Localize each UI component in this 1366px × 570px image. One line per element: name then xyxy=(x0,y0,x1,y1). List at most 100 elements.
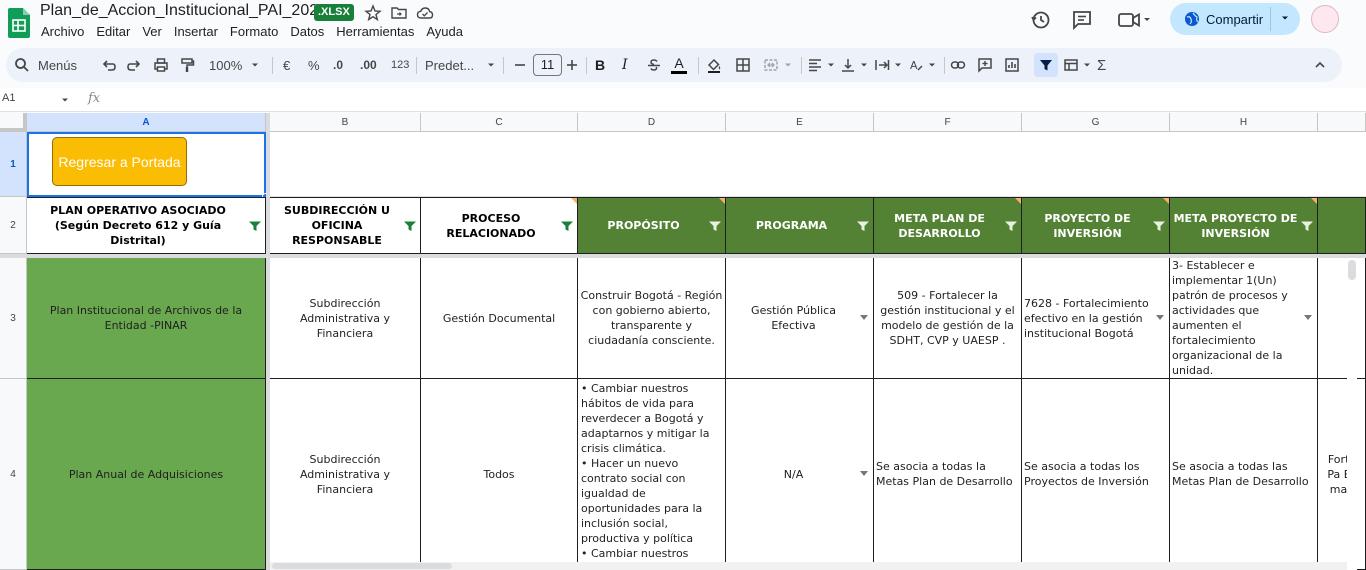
cell-a3[interactable]: Plan Institucional de Archivos de la Ent… xyxy=(27,258,266,379)
row-header-3[interactable]: 3 xyxy=(0,258,27,379)
cell-h4[interactable]: Se asocia a todas las Metas Plan de Desa… xyxy=(1170,379,1318,570)
horizontal-align-button[interactable] xyxy=(807,48,836,82)
column-filter-icon[interactable] xyxy=(1153,221,1165,231)
header-proyecto[interactable]: PROYECTO DE INVERSIÓN xyxy=(1022,197,1170,254)
frozen-column-divider[interactable] xyxy=(266,113,270,570)
column-header-f[interactable]: F xyxy=(874,113,1022,132)
vertical-scrollbar-thumb[interactable] xyxy=(1348,260,1356,280)
star-icon[interactable] xyxy=(364,4,382,22)
header-column-i[interactable] xyxy=(1318,197,1366,254)
number-format-button[interactable]: 123 xyxy=(391,48,409,82)
functions-button[interactable]: Σ xyxy=(1097,48,1106,82)
document-title[interactable]: Plan_de_Accion_Institucional_PAI_2023 xyxy=(40,2,327,20)
redo-button[interactable] xyxy=(126,48,142,82)
paint-format-button[interactable] xyxy=(179,48,195,82)
filter-views-button[interactable] xyxy=(1063,48,1092,82)
print-button[interactable] xyxy=(153,48,169,82)
menu-search[interactable]: Menús xyxy=(14,48,77,82)
comments-icon[interactable] xyxy=(1070,8,1094,32)
cell-i3[interactable] xyxy=(1318,258,1366,379)
italic-button[interactable]: I xyxy=(622,48,628,82)
column-header-c[interactable]: C xyxy=(421,113,578,132)
font-select[interactable]: Predet... xyxy=(425,48,496,82)
filter-button[interactable] xyxy=(1038,48,1054,82)
currency-button[interactable]: € xyxy=(283,48,290,82)
header-meta-proyecto[interactable]: META PROYECTO DE INVERSIÓN xyxy=(1170,197,1318,254)
row1-empty[interactable] xyxy=(270,132,1366,197)
cell-e3[interactable]: Gestión Pública Efectiva xyxy=(726,258,874,379)
percent-button[interactable]: % xyxy=(308,48,320,82)
header-programa[interactable]: PROGRAMA xyxy=(726,197,874,254)
column-header-d[interactable]: D xyxy=(578,113,726,132)
menu-archivo[interactable]: Archivo xyxy=(41,24,84,39)
cell-d3[interactable]: Construir Bogotá - Región con gobierno a… xyxy=(578,258,726,379)
header-subdireccion[interactable]: SUBDIRECCIÓN U OFICINA RESPONSABLE xyxy=(270,197,421,254)
merge-cells-button[interactable] xyxy=(763,48,793,82)
column-filter-icon[interactable] xyxy=(249,221,261,231)
column-filter-icon[interactable] xyxy=(1005,221,1017,231)
cell-a4[interactable]: Plan Anual de Adquisiciones xyxy=(27,379,266,570)
decrease-font-size-button[interactable] xyxy=(512,48,528,82)
sheets-logo-icon[interactable] xyxy=(8,8,30,38)
column-header-h[interactable]: H xyxy=(1170,113,1318,132)
meet-icon[interactable] xyxy=(1116,8,1152,32)
column-header-b[interactable]: B xyxy=(270,113,421,132)
cell-g3[interactable]: 7628 - Fortalecimiento efectivo en la ge… xyxy=(1022,258,1170,379)
row-header-2[interactable]: 2 xyxy=(0,197,27,254)
increase-font-size-button[interactable] xyxy=(564,48,580,82)
menu-ayuda[interactable]: Ayuda xyxy=(426,24,463,39)
undo-button[interactable] xyxy=(101,48,117,82)
cell-c4[interactable]: Todos xyxy=(421,379,578,570)
text-color-button[interactable]: A xyxy=(671,48,687,82)
column-header-e[interactable]: E xyxy=(726,113,874,132)
insert-link-button[interactable] xyxy=(950,48,966,82)
dropdown-arrow-icon[interactable] xyxy=(860,315,868,321)
share-dropdown-icon[interactable] xyxy=(1278,11,1292,25)
column-header-a[interactable]: A xyxy=(27,113,266,132)
borders-button[interactable] xyxy=(735,48,751,82)
cell-e4[interactable]: N/A xyxy=(726,379,874,570)
select-all-corner[interactable] xyxy=(0,113,27,132)
avatar[interactable] xyxy=(1311,5,1339,33)
chevron-down-icon[interactable] xyxy=(60,95,70,105)
bold-button[interactable]: B xyxy=(595,48,605,82)
column-header-i[interactable] xyxy=(1318,113,1366,132)
cell-c3[interactable]: Gestión Documental xyxy=(421,258,578,379)
history-icon[interactable] xyxy=(1029,8,1053,32)
vertical-scrollbar[interactable] xyxy=(1347,258,1357,570)
cell-b4[interactable]: Subdirección Administrativa y Financiera xyxy=(270,379,421,570)
frozen-row-divider[interactable] xyxy=(0,254,1366,258)
cell-g4[interactable]: Se asocia a todas los Proyectos de Inver… xyxy=(1022,379,1170,570)
header-proceso[interactable]: PROCESO RELACIONADO xyxy=(421,197,578,254)
collapse-toolbar-button[interactable] xyxy=(1312,48,1328,82)
name-box[interactable]: A1 xyxy=(2,92,15,104)
decrease-decimal-button[interactable]: .0 xyxy=(333,48,343,82)
menu-insertar[interactable]: Insertar xyxy=(174,24,218,39)
share-button[interactable]: Compartir xyxy=(1170,3,1300,35)
row-header-1[interactable]: 1 xyxy=(0,132,27,197)
menu-formato[interactable]: Formato xyxy=(230,24,278,39)
font-size-input[interactable]: 11 xyxy=(533,54,562,76)
dropdown-arrow-icon[interactable] xyxy=(1304,315,1312,321)
menu-datos[interactable]: Datos xyxy=(290,24,324,39)
menu-editar[interactable]: Editar xyxy=(96,24,130,39)
strikethrough-button[interactable] xyxy=(646,48,662,82)
header-proposito[interactable]: PROPÓSITO xyxy=(578,197,726,254)
move-folder-icon[interactable] xyxy=(390,4,408,22)
fill-color-button[interactable] xyxy=(706,48,722,82)
row-header-4[interactable]: 4 xyxy=(0,379,27,570)
horizontal-scrollbar-thumb[interactable] xyxy=(272,563,452,569)
increase-decimal-button[interactable]: .00 xyxy=(360,48,377,82)
menu-herramientas[interactable]: Herramientas xyxy=(336,24,414,39)
cloud-status-icon[interactable] xyxy=(416,4,434,22)
insert-comment-button[interactable] xyxy=(977,48,993,82)
cell-h3[interactable]: 3- Establecer e implementar 1(Un) patrón… xyxy=(1170,258,1318,379)
cell-i4[interactable]: Forta Pa Ec man xyxy=(1318,379,1366,570)
column-filter-icon[interactable] xyxy=(561,221,573,231)
insert-chart-button[interactable] xyxy=(1004,48,1020,82)
formula-input[interactable] xyxy=(112,92,1352,108)
cell-b3[interactable]: Subdirección Administrativa y Financiera xyxy=(270,258,421,379)
dropdown-arrow-icon[interactable] xyxy=(1156,315,1164,321)
menu-ver[interactable]: Ver xyxy=(142,24,162,39)
text-wrapping-button[interactable] xyxy=(874,48,903,82)
